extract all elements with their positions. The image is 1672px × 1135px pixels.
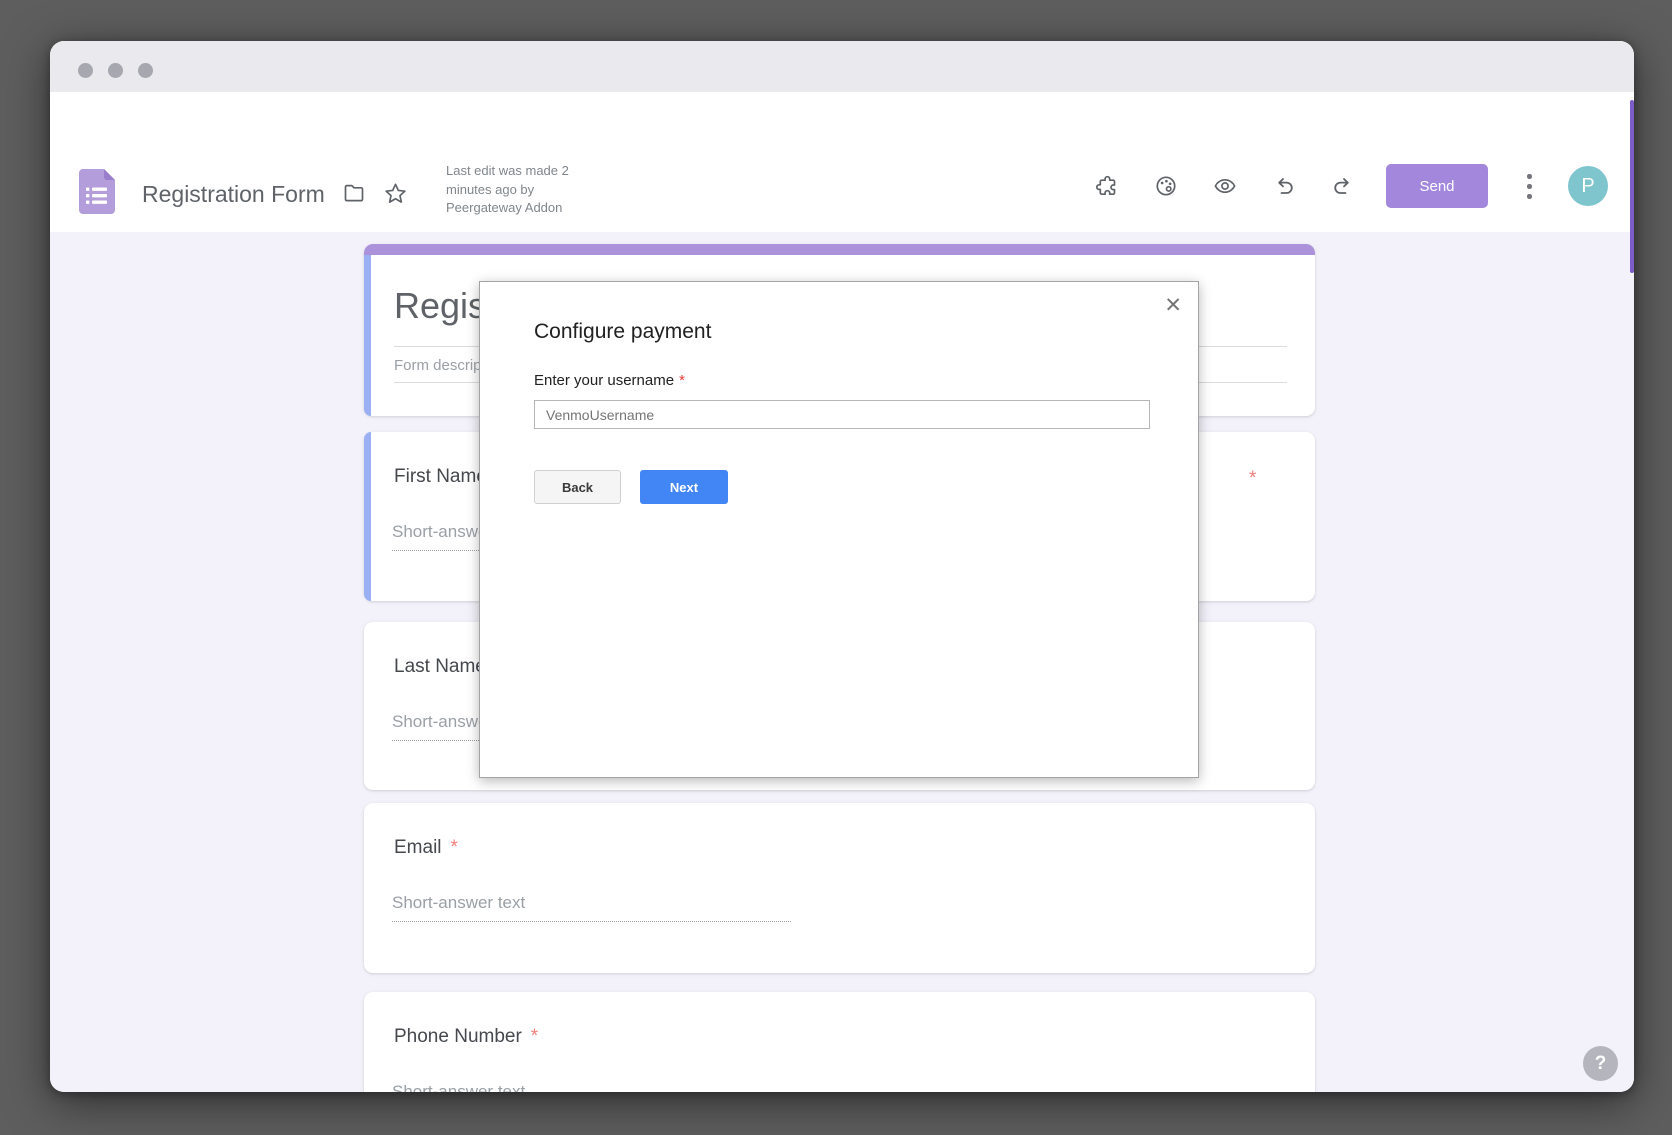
undo-icon[interactable] <box>1272 174 1296 198</box>
question-title[interactable]: Last Name <box>394 656 486 678</box>
username-input[interactable] <box>534 400 1150 429</box>
window-control-dot[interactable] <box>138 63 153 78</box>
required-asterisk: * <box>451 837 458 858</box>
required-asterisk: * <box>679 372 685 389</box>
redo-icon[interactable] <box>1331 174 1355 198</box>
question-card-email[interactable]: Email * Short-answer text <box>364 803 1315 973</box>
document-title[interactable]: Registration Form <box>142 179 325 209</box>
question-title[interactable]: First Name <box>394 466 487 488</box>
window-titlebar <box>50 41 1634 92</box>
username-label-text: Enter your username <box>534 372 674 389</box>
avatar[interactable]: P <box>1568 166 1608 206</box>
forms-logo-icon[interactable] <box>79 169 115 214</box>
back-button[interactable]: Back <box>534 470 621 504</box>
selected-indicator-bar <box>364 432 371 601</box>
dialog-title: Configure payment <box>534 320 711 344</box>
next-button[interactable]: Next <box>640 470 728 504</box>
username-label: Enter your username * <box>534 372 685 389</box>
question-title[interactable]: Email * <box>394 837 458 859</box>
kebab-menu-icon[interactable] <box>1522 172 1536 202</box>
star-icon[interactable] <box>383 181 407 205</box>
question-title[interactable]: Phone Number * <box>394 1026 538 1048</box>
browser-window: Registration Form Last edit was made 2 m… <box>50 41 1634 1092</box>
question-card-phone-number[interactable]: Phone Number * Short-answer text <box>364 992 1315 1092</box>
theme-palette-icon[interactable] <box>1154 174 1178 198</box>
required-asterisk: * <box>531 1026 538 1047</box>
short-answer-placeholder: Short-answer text <box>392 893 791 922</box>
addons-puzzle-icon[interactable] <box>1095 174 1119 198</box>
screen: Registration Form Last edit was made 2 m… <box>0 0 1672 1135</box>
preview-eye-icon[interactable] <box>1213 174 1237 198</box>
selected-indicator-bar <box>364 255 371 416</box>
short-answer-placeholder: Short-answer text <box>392 1082 791 1092</box>
help-icon[interactable]: ? <box>1583 1046 1618 1081</box>
scrollbar-thumb[interactable] <box>1630 100 1634 273</box>
configure-payment-dialog: ✕ Configure payment Enter your username *… <box>479 281 1199 778</box>
required-asterisk: * <box>1249 468 1256 490</box>
question-title-text: Email <box>394 837 442 858</box>
send-button[interactable]: Send <box>1386 164 1488 208</box>
close-icon[interactable]: ✕ <box>1164 294 1182 318</box>
move-folder-icon[interactable] <box>342 182 366 206</box>
theme-color-bar <box>364 244 1315 255</box>
last-edit-note: Last edit was made 2 minutes ago by Peer… <box>446 162 591 218</box>
window-control-dot[interactable] <box>108 63 123 78</box>
question-title-text: Phone Number <box>394 1026 522 1047</box>
window-control-dot[interactable] <box>78 63 93 78</box>
app-header: Registration Form Last edit was made 2 m… <box>50 92 1634 232</box>
